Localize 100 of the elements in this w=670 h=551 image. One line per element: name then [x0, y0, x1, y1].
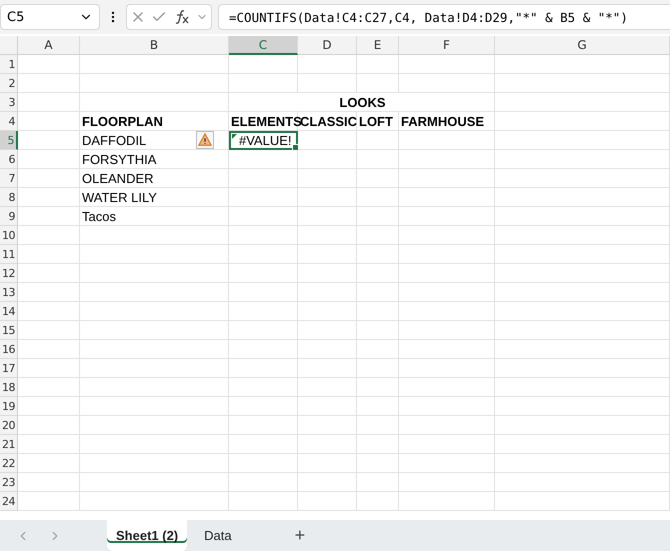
row-header[interactable]: 8 [0, 188, 18, 207]
table-cell [18, 283, 80, 302]
row-header[interactable]: 3 [0, 93, 18, 112]
column-header[interactable]: A [18, 36, 80, 55]
add-sheet-button[interactable]: + [288, 520, 312, 551]
table-cell: LOOKS [229, 93, 495, 112]
table-cell: WATER LILY [80, 188, 229, 207]
table-cell [298, 264, 357, 283]
table-cell [18, 55, 80, 74]
formula-field[interactable]: =COUNTIFS(Data!C4:C27,C4, Data!D4:D29,"*" & B5 & "*") [218, 4, 670, 30]
row-header[interactable]: 18 [0, 378, 18, 397]
row-header[interactable]: 1 [0, 55, 18, 74]
column-header[interactable]: D [298, 36, 357, 55]
row-header[interactable]: 19 [0, 397, 18, 416]
table-cell [298, 245, 357, 264]
row-header[interactable]: 23 [0, 473, 18, 492]
table-cell [229, 264, 298, 283]
table-cell [298, 74, 357, 93]
table-cell [229, 454, 298, 473]
row-header[interactable]: 14 [0, 302, 18, 321]
table-cell [298, 131, 357, 150]
table-cell [298, 492, 357, 511]
row-header[interactable]: 16 [0, 340, 18, 359]
table-cell: FORSYTHIA [80, 150, 229, 169]
table-cell: Tacos [80, 207, 229, 226]
table-cell [357, 55, 399, 74]
name-box[interactable]: C5 [0, 4, 100, 30]
fill-handle[interactable] [292, 144, 299, 151]
row-header[interactable]: 9 [0, 207, 18, 226]
warning-icon[interactable] [196, 131, 214, 149]
table-cell [18, 416, 80, 435]
row-header[interactable]: 20 [0, 416, 18, 435]
table-cell [18, 264, 80, 283]
table-cell [18, 207, 80, 226]
column-header[interactable]: C [229, 36, 298, 55]
sheet-tab[interactable]: Data [195, 520, 241, 551]
table-cell: DAFFODIL [80, 131, 229, 150]
table-cell [229, 416, 298, 435]
table-cell [298, 378, 357, 397]
row-header[interactable]: 2 [0, 74, 18, 93]
row-header[interactable]: 21 [0, 435, 18, 454]
row-header[interactable]: 10 [0, 226, 18, 245]
error-indicator-icon [232, 134, 237, 139]
column-header[interactable]: E [357, 36, 399, 55]
table-cell [229, 188, 298, 207]
table-cell [229, 435, 298, 454]
table-cell: LOFT [357, 112, 399, 131]
table-cell [229, 283, 298, 302]
table-cell: FLOORPLAN [80, 112, 229, 131]
table-cell [357, 492, 399, 511]
table-cell [229, 302, 298, 321]
table-cell [18, 93, 80, 112]
table-cell [18, 188, 80, 207]
table-cell [357, 340, 399, 359]
table-cell [229, 321, 298, 340]
table-cell [298, 283, 357, 302]
column-header[interactable]: B [80, 36, 229, 55]
row-header[interactable]: 4 [0, 112, 18, 131]
table-cell [229, 55, 298, 74]
table-cell [229, 226, 298, 245]
row-header[interactable]: 17 [0, 359, 18, 378]
table-cell [357, 302, 399, 321]
table-cell: #VALUE! [229, 131, 298, 150]
table-cell [357, 131, 399, 150]
column-header[interactable]: G [495, 36, 670, 55]
column-header[interactable]: F [399, 36, 495, 55]
row-header[interactable]: 24 [0, 492, 18, 511]
table-cell [229, 397, 298, 416]
table-cell [357, 397, 399, 416]
table-cell [298, 207, 357, 226]
table-cell [298, 302, 357, 321]
table-cell [357, 321, 399, 340]
table-cell [357, 435, 399, 454]
row-header[interactable]: 22 [0, 454, 18, 473]
table-cell [357, 74, 399, 93]
table-cell [229, 207, 298, 226]
table-cell: OLEANDER [80, 169, 229, 188]
table-cell [298, 416, 357, 435]
table-cell [18, 473, 80, 492]
table-cell [18, 302, 80, 321]
table-cell [18, 112, 80, 131]
table-cell [298, 188, 357, 207]
row-header[interactable]: 11 [0, 245, 18, 264]
row-header[interactable]: 15 [0, 321, 18, 340]
table-cell [18, 169, 80, 188]
row-header[interactable]: 12 [0, 264, 18, 283]
table-cell [357, 378, 399, 397]
table-cell [18, 397, 80, 416]
table-cell [229, 74, 298, 93]
table-cell [229, 492, 298, 511]
row-header[interactable]: 7 [0, 169, 18, 188]
table-cell [357, 226, 399, 245]
row-header[interactable]: 5 [0, 131, 18, 150]
table-cell [357, 473, 399, 492]
table-cell [298, 150, 357, 169]
row-header[interactable]: 6 [0, 150, 18, 169]
row-header[interactable]: 13 [0, 283, 18, 302]
sheet-tab[interactable]: Sheet1 (2) [107, 520, 188, 551]
table-cell [357, 245, 399, 264]
table-cell: FARMHOUSE [399, 112, 495, 131]
